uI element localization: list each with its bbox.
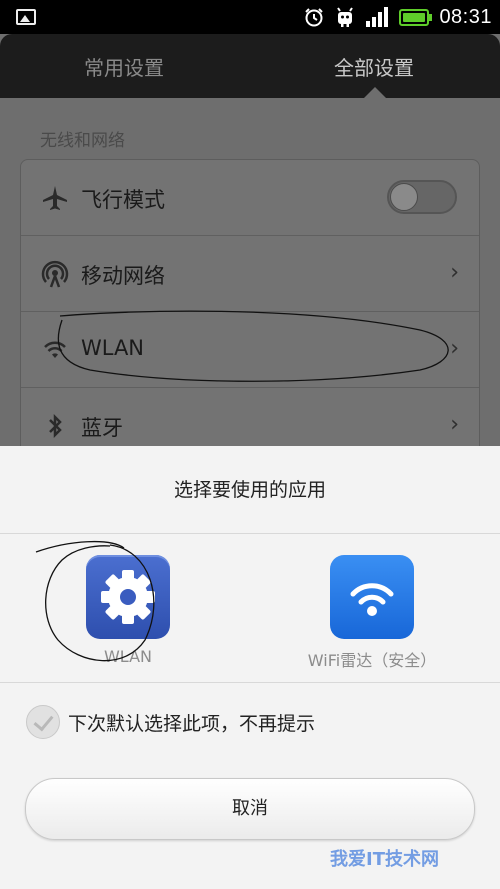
remember-choice-label: 下次默认选择此项，不再提示 — [68, 712, 316, 735]
tab-common-settings[interactable]: 常用设置 — [84, 52, 164, 81]
chevron-right-icon: › — [450, 260, 459, 285]
row-label: 移动网络 — [81, 264, 165, 288]
row-label: 飞行模式 — [81, 188, 165, 212]
settings-group: 飞行模式 移动网络 › WLAN › 蓝牙 › — [20, 159, 480, 459]
app-label: WLAN — [103, 647, 152, 666]
chevron-right-icon: › — [450, 412, 459, 437]
settings-gear-icon — [86, 555, 170, 639]
status-bar: 08:31 — [0, 0, 500, 34]
settings-row-wlan[interactable]: WLAN › — [21, 312, 479, 388]
airplane-icon — [41, 184, 69, 212]
chevron-right-icon: › — [450, 336, 459, 361]
checkmark-icon — [26, 705, 60, 739]
airplane-mode-toggle[interactable] — [387, 180, 457, 214]
settings-row-mobile-network[interactable]: 移动网络 › — [21, 236, 479, 312]
android-debug-icon — [337, 7, 354, 27]
cancel-button[interactable]: 取消 — [25, 778, 475, 840]
active-tab-indicator — [364, 87, 386, 98]
bluetooth-icon — [41, 412, 69, 440]
app-option-wifi-radar[interactable]: WiFi雷达（安全） — [272, 555, 472, 671]
gallery-notification-icon — [16, 9, 36, 25]
row-label: 蓝牙 — [81, 416, 123, 440]
settings-tabs: 常用设置 全部设置 — [0, 34, 500, 98]
clock: 08:31 — [439, 5, 492, 28]
app-label: WiFi雷达（安全） — [307, 651, 437, 670]
settings-screen: 常用设置 全部设置 无线和网络 飞行模式 移动网络 › WLAN › 蓝牙 › — [0, 34, 500, 459]
app-chooser-dialog: 选择要使用的应用 WLAN WiFi雷达（安全） 下次默认选择此项，不再提示 取… — [0, 446, 500, 889]
signal-icon — [366, 7, 389, 27]
cellular-icon — [41, 260, 69, 288]
row-label: WLAN — [81, 336, 145, 360]
wifi-radar-icon — [330, 555, 414, 639]
app-option-wlan[interactable]: WLAN — [28, 555, 228, 666]
app-list: WLAN WiFi雷达（安全） — [0, 535, 500, 683]
watermark: 我爱IT技术网 — [330, 849, 439, 870]
tab-all-settings[interactable]: 全部设置 — [334, 52, 414, 81]
settings-row-airplane[interactable]: 飞行模式 — [21, 160, 479, 236]
battery-icon — [399, 8, 433, 26]
dialog-title: 选择要使用的应用 — [0, 446, 500, 534]
remember-choice-checkbox[interactable]: 下次默认选择此项，不再提示 — [26, 700, 315, 744]
wifi-icon — [41, 336, 69, 364]
section-title: 无线和网络 — [40, 131, 125, 151]
alarm-icon — [305, 8, 324, 27]
